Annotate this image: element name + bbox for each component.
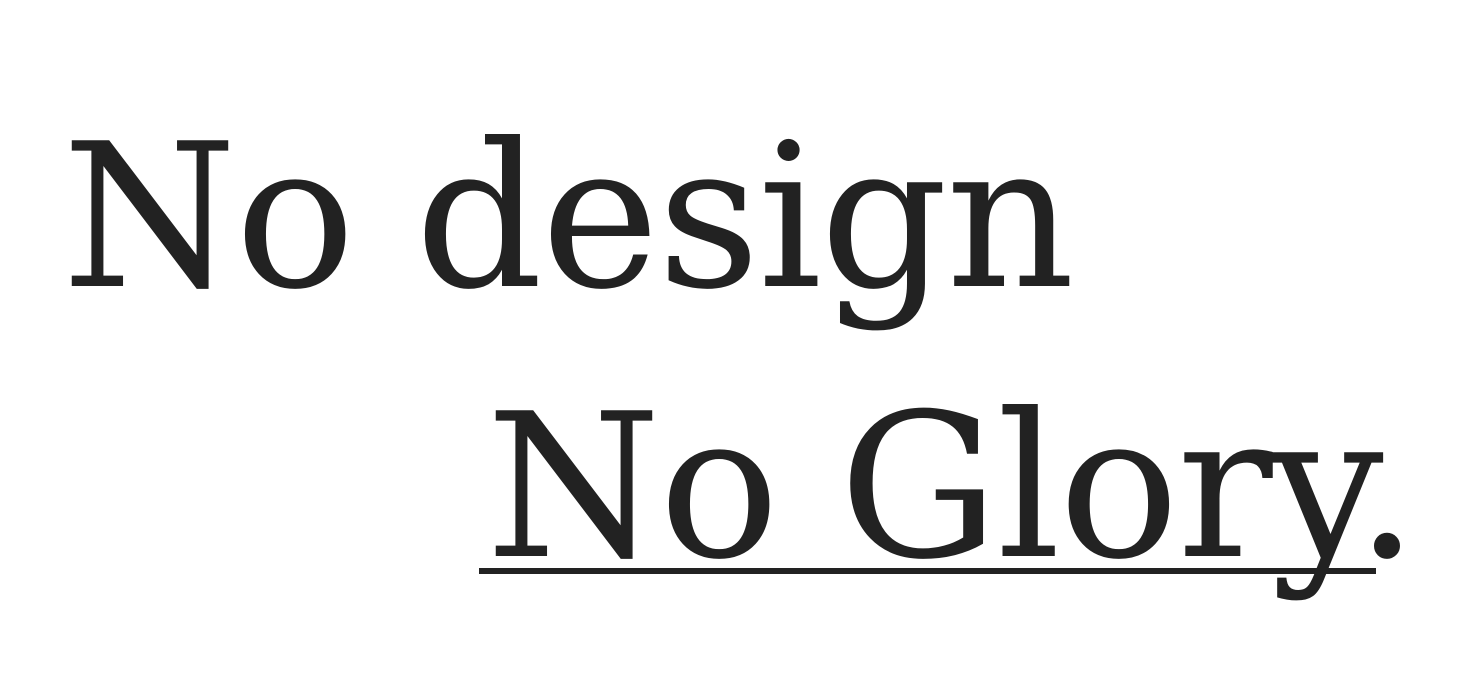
headline-line-1: No design [62, 101, 1075, 334]
headline-underline [479, 568, 1376, 574]
headline-line-2: No Glory. [486, 371, 1419, 604]
